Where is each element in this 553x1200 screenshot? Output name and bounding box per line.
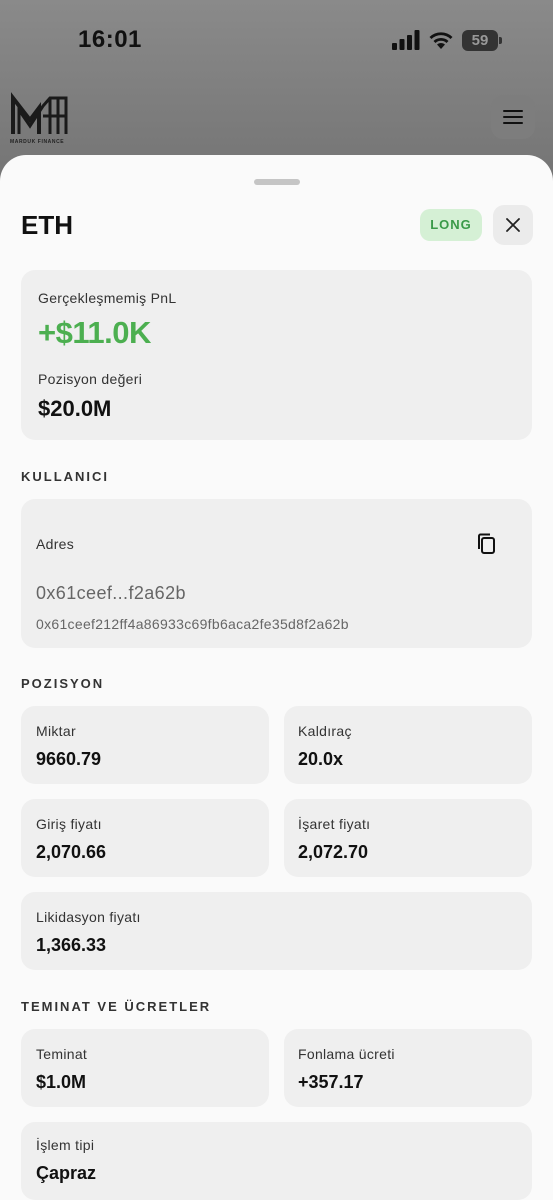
menu-button[interactable]	[491, 95, 535, 139]
brand-logo	[11, 92, 68, 134]
mark-price-card: İşaret fiyatı 2,072.70	[284, 799, 532, 877]
menu-icon	[503, 110, 523, 124]
address-short: 0x61ceef...f2a62b	[36, 583, 186, 603]
margin-type-label: İşlem tipi	[36, 1137, 95, 1153]
close-button[interactable]	[493, 205, 533, 245]
margin-type-card: İşlem tipi Çapraz	[21, 1122, 532, 1200]
collateral-value: $1.0M	[36, 1072, 87, 1092]
leverage-card: Kaldıraç 20.0x	[284, 706, 532, 784]
leverage-value: 20.0x	[298, 749, 344, 769]
unrealized-pnl-label: Gerçekleşmemiş PnL	[38, 290, 177, 306]
liquidation-price-label: Likidasyon fiyatı	[36, 909, 141, 925]
margin-type-value: Çapraz	[36, 1163, 97, 1183]
close-icon	[506, 218, 520, 232]
quantity-label: Miktar	[36, 723, 76, 739]
collateral-card: Teminat $1.0M	[21, 1029, 269, 1107]
pnl-summary-card: Gerçekleşmemiş PnL +$11.0K Pozisyon değe…	[21, 270, 532, 440]
position-value: $20.0M	[38, 396, 112, 421]
collateral-label: Teminat	[36, 1046, 88, 1062]
address-full: 0x61ceef212ff4a86933c69fb6aca2fe35d8f2a6…	[36, 616, 349, 632]
entry-price-label: Giriş fiyatı	[36, 816, 102, 832]
position-section-title: POZISYON	[21, 676, 105, 691]
status-time: 16:01	[78, 26, 142, 53]
position-detail-sheet: ETH LONG Gerçekleşmemiş PnL +$11.0K Pozi…	[0, 155, 553, 1200]
position-value-label: Pozisyon değeri	[38, 371, 143, 387]
entry-price-card: Giriş fiyatı 2,070.66	[21, 799, 269, 877]
unrealized-pnl-value: +$11.0K	[38, 315, 151, 350]
entry-price-value: 2,070.66	[36, 842, 107, 862]
address-card: Adres 0x61ceef...f2a62b 0x61ceef212ff4a8…	[21, 499, 532, 648]
wifi-icon	[429, 32, 453, 49]
address-label: Adres	[36, 536, 75, 552]
collateral-section-title: TEMINAT VE ÜCRETLER	[21, 999, 212, 1014]
quantity-card: Miktar 9660.79	[21, 706, 269, 784]
side-badge: LONG	[420, 209, 482, 241]
leverage-label: Kaldıraç	[298, 723, 352, 739]
user-section-title: KULLANICI	[21, 469, 110, 484]
mark-price-label: İşaret fiyatı	[298, 816, 371, 832]
funding-fee-label: Fonlama ücreti	[298, 1046, 395, 1062]
liquidation-price-value: 1,366.33	[36, 935, 107, 955]
sheet-grabber[interactable]	[254, 179, 300, 185]
asset-title: ETH	[21, 210, 73, 240]
funding-fee-value: +357.17	[298, 1072, 364, 1092]
battery-icon: 59	[462, 30, 502, 51]
liquidation-price-card: Likidasyon fiyatı 1,366.33	[21, 892, 532, 970]
quantity-value: 9660.79	[36, 749, 102, 769]
funding-fee-card: Fonlama ücreti +357.17	[284, 1029, 532, 1107]
copy-icon[interactable]	[475, 532, 499, 556]
signal-icon	[392, 30, 420, 50]
brand-text: MARDUK FINANCE	[10, 139, 65, 145]
mark-price-value: 2,072.70	[298, 842, 369, 862]
